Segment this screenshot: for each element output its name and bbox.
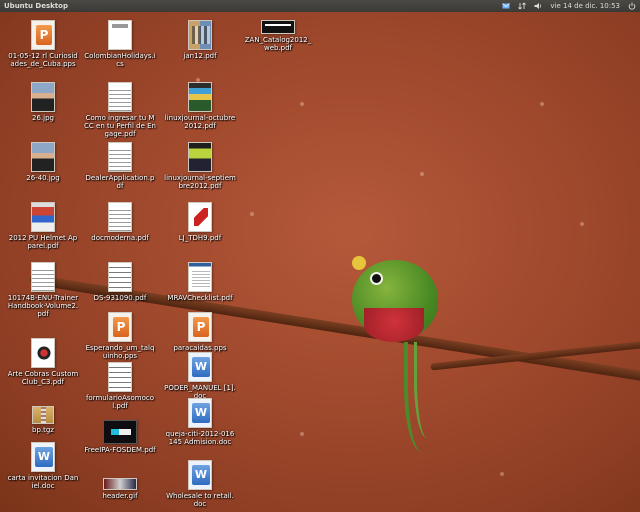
desktop-icon[interactable]: linuxjournal-octubre2012.pdf (164, 82, 236, 130)
desktop-icon[interactable]: PODER_MANUEL [1].doc (164, 352, 236, 400)
pdf-thumbnail-icon (188, 20, 212, 50)
desktop-icon[interactable]: MRAVChecklist.pdf (164, 262, 236, 302)
desktop-icon[interactable]: LJ_TDH9.pdf (164, 202, 236, 242)
desktop-icon[interactable]: docmoderna.pdf (84, 202, 156, 242)
top-panel: Ubuntu Desktop vie 14 de dic. 10:53 (0, 0, 640, 12)
pdf-thumbnail-icon (188, 262, 212, 292)
desktop-icon[interactable]: Esperando_um_talquinho.pps (84, 312, 156, 360)
desktop-icon[interactable]: jan12.pdf (164, 20, 236, 60)
pdf-file-icon (188, 202, 212, 232)
pdf-thumbnail-icon (261, 20, 295, 34)
desktop-icon[interactable]: ColombianHolidays.ics (84, 20, 156, 68)
pdf-thumbnail-icon (31, 262, 55, 292)
desktop-icon[interactable]: 01-05-12 rl Curiosidades_de_Cuba.pps (7, 20, 79, 68)
image-thumbnail-icon (31, 82, 55, 112)
pdf-thumbnail-icon (188, 82, 212, 112)
pdf-thumbnail-icon (103, 420, 137, 444)
desktop-icon[interactable]: linuxjournal-septiembre2012.pdf (164, 142, 236, 190)
pdf-thumbnail-icon (108, 202, 132, 232)
desktop-icon[interactable]: Como ingresar tu MCC en tu Perfil de Eng… (84, 82, 156, 138)
pdf-thumbnail-icon (108, 262, 132, 292)
clock[interactable]: vie 14 de dic. 10:53 (550, 0, 620, 12)
calendar-file-icon (108, 20, 132, 50)
doc-file-icon (188, 398, 212, 428)
pdf-thumbnail-icon (188, 142, 212, 172)
mail-icon[interactable] (502, 2, 511, 10)
desktop-icon[interactable]: 10174B-ENU-TrainerHandbook-Volume2.pdf (7, 262, 79, 318)
volume-icon[interactable] (534, 2, 542, 10)
pdf-thumbnail-icon (31, 202, 55, 232)
desktop-icon[interactable]: Wholesale to retail.doc (164, 460, 236, 508)
doc-file-icon (188, 460, 212, 490)
pdf-thumbnail-icon (31, 338, 55, 368)
desktop-icon[interactable]: 2012 PU Helmet Apparel.pdf (7, 202, 79, 250)
desktop-icon[interactable]: queja-citi-2012-016145 Admision.doc (164, 398, 236, 446)
desktop-area: 01-05-12 rl Curiosidades_de_Cuba.pps Col… (0, 12, 640, 512)
power-icon[interactable] (628, 2, 636, 10)
panel-title: Ubuntu Desktop (4, 2, 68, 10)
image-thumbnail-icon (103, 478, 137, 490)
desktop-icon[interactable]: carta invitacion Daniel.doc (7, 442, 79, 490)
pdf-thumbnail-icon (108, 142, 132, 172)
desktop-icon[interactable]: header.gif (84, 478, 156, 500)
network-icon[interactable] (518, 2, 527, 10)
desktop-icon[interactable]: DealerApplication.pdf (84, 142, 156, 190)
archive-file-icon (32, 406, 54, 424)
desktop-icon[interactable]: bp.tgz (7, 406, 79, 434)
desktop-icon[interactable]: paracaidas.pps (164, 312, 236, 352)
image-thumbnail-icon (31, 142, 55, 172)
pdf-thumbnail-icon (108, 82, 132, 112)
desktop-icon[interactable]: FreeIPA-FOSDEM.pdf (84, 420, 156, 454)
doc-file-icon (188, 352, 212, 382)
system-tray: vie 14 de dic. 10:53 (502, 0, 636, 12)
wallpaper-quetzal-bird (348, 252, 440, 348)
pdf-thumbnail-icon (108, 362, 132, 392)
desktop-icon[interactable]: formularioAsomocol.pdf (84, 362, 156, 410)
desktop-icon[interactable]: DS-931090.pdf (84, 262, 156, 302)
doc-file-icon (31, 442, 55, 472)
pps-file-icon (188, 312, 212, 342)
desktop-icon[interactable]: ZAN_Catalog2012_web.pdf (242, 20, 314, 52)
desktop-icon[interactable]: 26.jpg (7, 82, 79, 122)
desktop-icon[interactable]: 26-40.jpg (7, 142, 79, 182)
desktop-icon[interactable]: Arte Cobras Custom Club_C3.pdf (7, 338, 79, 386)
pps-file-icon (108, 312, 132, 342)
pps-file-icon (31, 20, 55, 50)
